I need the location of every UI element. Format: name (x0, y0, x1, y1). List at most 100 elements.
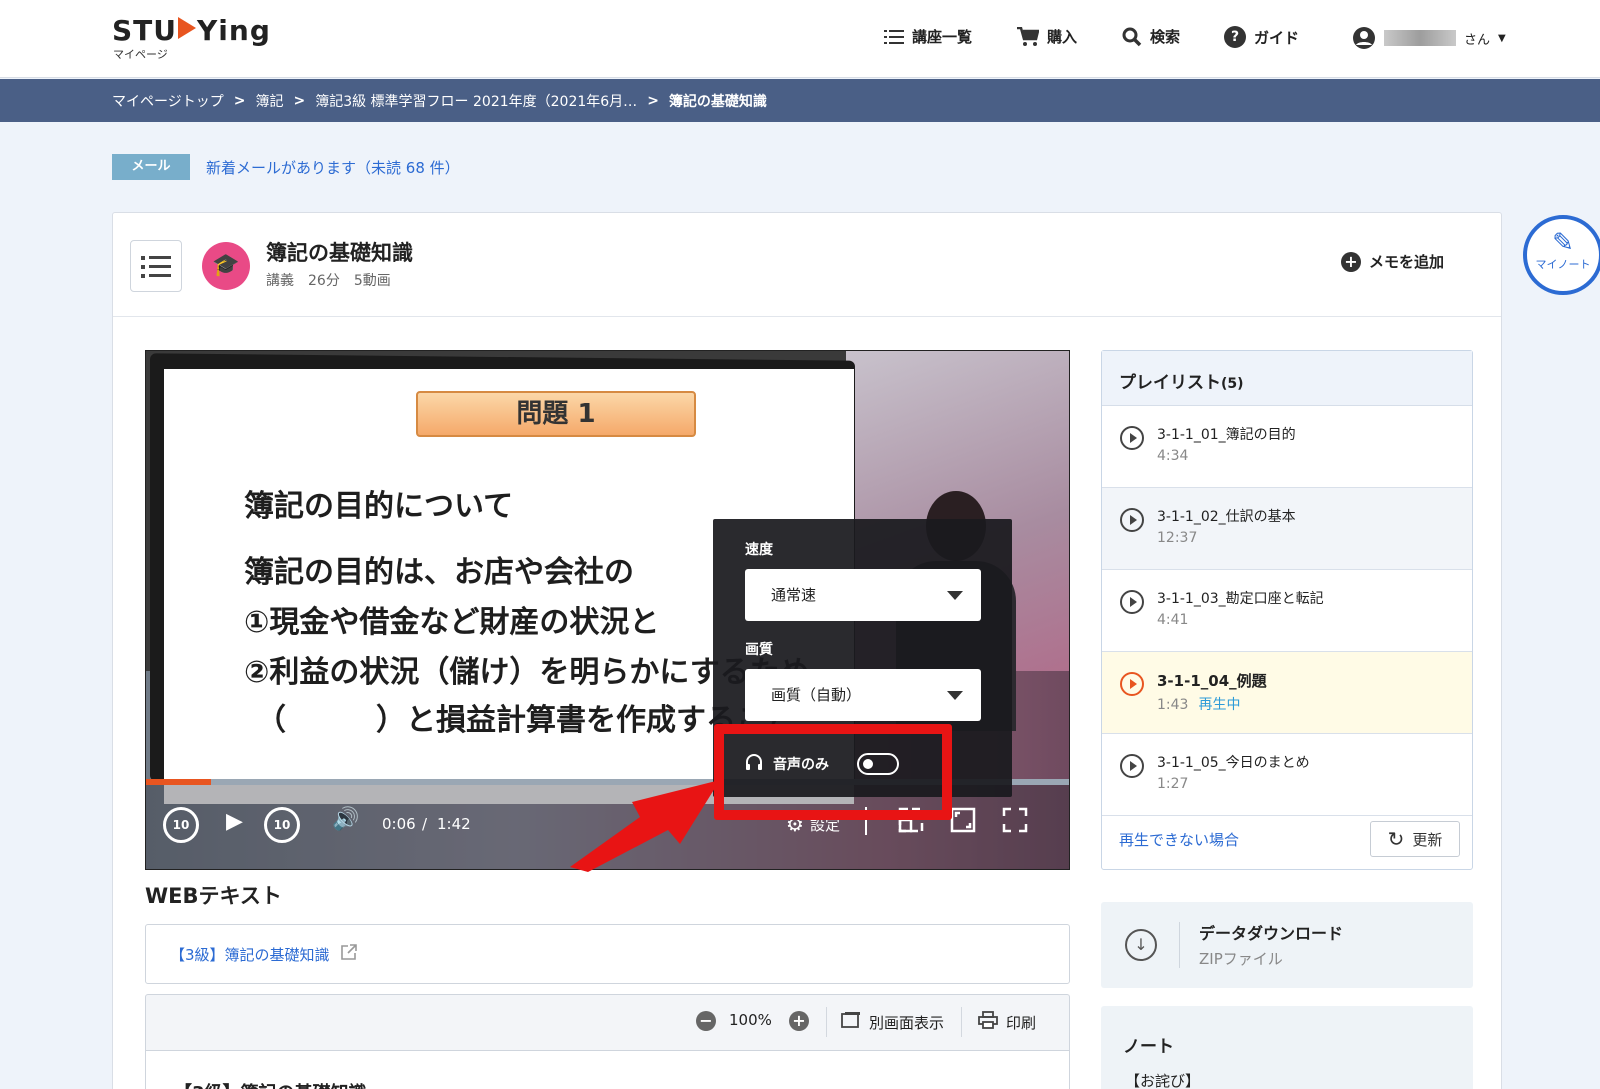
slide-line: ①現金や借金など財産の状況と (244, 605, 660, 640)
new-mail-link[interactable]: 新着メールがあります（未読 68 件） (206, 157, 460, 178)
chevron-right-icon: > (647, 93, 659, 109)
highlight-box (714, 724, 952, 820)
search-icon (1122, 27, 1142, 46)
breadcrumb: マイページトップ > 簿記 > 簿記3級 標準学習フロー 2021年度（2021… (0, 79, 1600, 122)
webtext-heading: WEBテキスト (145, 884, 282, 908)
speed-select[interactable]: 通常速 (745, 569, 981, 621)
playlist-header: プレイリスト(5) (1102, 351, 1472, 406)
fullscreen-icon[interactable] (1002, 807, 1028, 837)
volume-icon[interactable]: 🔊 (332, 807, 359, 832)
rewind-10-button[interactable]: 10 (163, 807, 199, 843)
quality-select[interactable]: 画質（自動） (745, 669, 981, 721)
note-title: ノート (1123, 1037, 1174, 1057)
cannot-play-link[interactable]: 再生できない場合 (1119, 829, 1239, 850)
plus-circle-icon: + (1341, 251, 1361, 272)
duration: 1:42 (437, 815, 471, 833)
download-title: データダウンロード (1199, 924, 1344, 943)
webtext-document: 【3級】簿記の基礎知識 (145, 1050, 1070, 1089)
playlist-item[interactable]: 3-1-1_01_簿記の目的 4:34 (1102, 406, 1472, 488)
zoom-level: 100% (729, 1011, 772, 1029)
slide-line: 簿記の目的について (244, 489, 514, 524)
logo-subtitle: マイページ (113, 48, 168, 61)
nav-purchase[interactable]: 購入 (1017, 26, 1077, 47)
play-circle-icon (1120, 426, 1144, 450)
current-time: 0:06 (382, 815, 416, 833)
chevron-down-icon (947, 591, 963, 600)
user-avatar-icon (1353, 27, 1375, 49)
chapter-menu-button[interactable] (130, 240, 182, 292)
edit-icon: ✎ (1552, 228, 1574, 258)
nav-guide-label: ガイド (1254, 28, 1300, 47)
nav-course-list-label: 講座一覧 (912, 28, 973, 46)
external-link-icon (340, 943, 358, 965)
time-separator: / (422, 815, 428, 833)
graduation-cap-icon: 🎓 (202, 242, 250, 290)
user-name-redacted (1384, 30, 1456, 46)
quality-label: 画質 (745, 642, 773, 658)
plus-circle-icon: + (789, 1011, 809, 1031)
nav-search[interactable]: 検索 (1122, 26, 1180, 47)
play-circle-icon (1120, 590, 1144, 614)
breadcrumb-item-boki[interactable]: 簿記 (255, 91, 283, 111)
nav-purchase-label: 購入 (1047, 28, 1078, 46)
window-icon (841, 1011, 861, 1033)
list-icon (884, 29, 904, 44)
printer-icon (978, 1011, 998, 1033)
add-memo-label: メモを追加 (1369, 253, 1445, 271)
mail-badge: メール (112, 154, 190, 180)
lesson-header: 🎓 簿記の基礎知識 講義 26分 5動画 + メモを追加 (113, 213, 1501, 317)
play-circle-icon (1120, 508, 1144, 532)
play-circle-icon (1120, 754, 1144, 778)
user-menu[interactable]: さん ▼ (1352, 26, 1506, 50)
now-playing-badge: 再生中 (1198, 697, 1241, 713)
playlist-panel: プレイリスト(5) 3-1-1_01_簿記の目的 4:34 3-1-1_02_仕… (1101, 350, 1473, 870)
minus-circle-icon: − (696, 1011, 716, 1031)
logo-play-icon (178, 17, 197, 39)
slide-question-tag: 問題 1 (416, 391, 696, 437)
chevron-down-icon (947, 691, 963, 700)
theater-mode-icon[interactable] (950, 807, 976, 837)
lesson-title: 簿記の基礎知識 (266, 241, 413, 265)
zoom-out-button[interactable]: − (696, 1011, 716, 1031)
webtext-toolbar: − 100% + 別画面表示 印刷 (145, 994, 1070, 1050)
chevron-right-icon: > (293, 93, 306, 109)
cart-icon (1017, 26, 1039, 46)
logo[interactable]: STU Ying (112, 14, 271, 47)
zoom-in-button[interactable]: + (789, 1011, 809, 1031)
nav-guide[interactable]: ? ガイド (1224, 26, 1299, 48)
playlist-item[interactable]: 3-1-1_02_仕訳の基本 12:37 (1102, 488, 1472, 570)
annotation-arrow-icon (570, 780, 720, 872)
webtext-doc-title: 【3級】簿記の基礎知識 (174, 1079, 367, 1089)
lesson-meta: 講義 26分 5動画 (266, 273, 391, 289)
note-panel: ノート 【お詫び】 (1101, 1006, 1473, 1089)
slide-line: 簿記の目的は、お店や会社の (244, 555, 634, 590)
help-icon: ? (1224, 26, 1246, 48)
breadcrumb-item-course[interactable]: 簿記3級 標準学習フロー 2021年度（2021年6月… (315, 91, 637, 111)
download-icon: ↓ (1125, 929, 1157, 961)
separate-window-button[interactable]: 別画面表示 (841, 1011, 944, 1033)
play-button[interactable]: ▶ (226, 809, 243, 834)
mynote-button[interactable]: ✎ マイノート (1523, 215, 1600, 295)
playlist-item[interactable]: 3-1-1_03_勘定口座と転記 4:41 (1102, 570, 1472, 652)
playlist-item-active[interactable]: 3-1-1_04_例題 1:43 再生中 (1102, 652, 1472, 734)
top-header: STU Ying マイページ 講座一覧 購入 検索 ? ガイド さん ▼ (0, 0, 1600, 78)
play-circle-icon (1120, 672, 1144, 696)
refresh-icon: ↻ (1387, 827, 1405, 851)
nav-search-label: 検索 (1150, 28, 1181, 46)
webtext-link-box: 【3級】簿記の基礎知識 (145, 924, 1070, 984)
webtext-link[interactable]: 【3級】簿記の基礎知識 (170, 943, 358, 965)
forward-10-button[interactable]: 10 (264, 807, 300, 843)
user-suffix: さん (1464, 32, 1491, 48)
download-subtitle: ZIPファイル (1199, 950, 1283, 968)
nav-course-list[interactable]: 講座一覧 (884, 26, 972, 47)
playlist-item[interactable]: 3-1-1_05_今日のまとめ 1:27 (1102, 734, 1472, 816)
breadcrumb-item-mypage[interactable]: マイページトップ (112, 91, 224, 111)
chevron-down-icon: ▼ (1498, 32, 1506, 44)
refresh-button[interactable]: ↻ 更新 (1370, 821, 1460, 857)
speed-label: 速度 (745, 542, 773, 558)
data-download[interactable]: ↓ データダウンロード ZIPファイル (1101, 902, 1473, 988)
add-memo-button[interactable]: + メモを追加 (1341, 251, 1444, 272)
chevron-right-icon: > (233, 93, 246, 109)
print-button[interactable]: 印刷 (978, 1011, 1036, 1033)
refresh-label: 更新 (1412, 830, 1443, 849)
